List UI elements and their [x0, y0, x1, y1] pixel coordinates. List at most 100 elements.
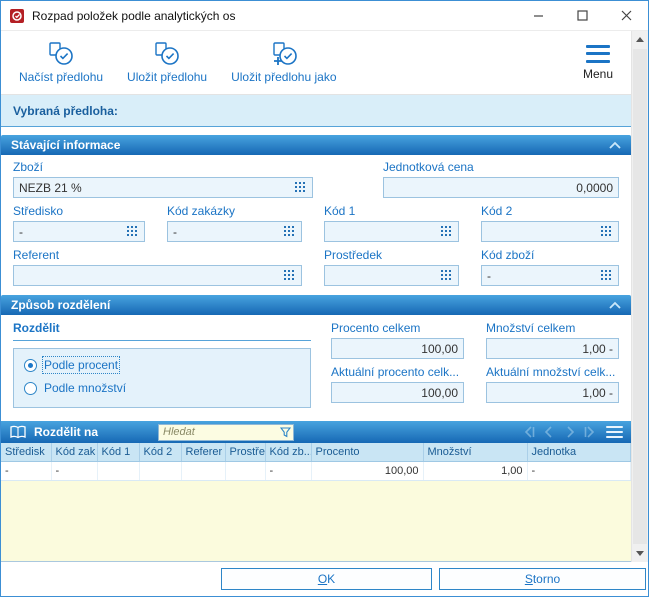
- kod1-input[interactable]: [324, 221, 459, 242]
- scroll-up-icon[interactable]: [632, 31, 648, 48]
- mnozstvi-celkem-input[interactable]: 1,00 -: [486, 338, 619, 359]
- column-header[interactable]: Referer: [181, 443, 226, 462]
- stredisko-picker-icon[interactable]: [126, 226, 139, 238]
- procento-celkem-label: Procento celkem: [331, 321, 421, 335]
- field-procento-celkem: Procento celkem 100,00: [331, 321, 464, 359]
- table-row[interactable]: - - - 100,00 1,00 -: [1, 461, 631, 481]
- toolbar: Načíst předlohu Uložit předlohu Uložit p…: [1, 31, 631, 95]
- close-button[interactable]: [604, 1, 648, 30]
- radio-podle-mnozstvi[interactable]: Podle množství: [24, 381, 300, 395]
- cell-kod1[interactable]: [97, 461, 140, 481]
- search-input[interactable]: [158, 423, 295, 441]
- cell-jednotka[interactable]: -: [527, 461, 631, 481]
- save-template-as-label: Uložit předlohu jako: [231, 70, 337, 84]
- vertical-scrollbar[interactable]: [631, 31, 648, 562]
- mnozstvi-celkem-label: Množství celkem: [486, 321, 576, 335]
- column-header[interactable]: Jednotka: [527, 443, 631, 462]
- load-template-button[interactable]: Načíst předlohu: [7, 37, 115, 88]
- selected-template-label: Vybraná předloha:: [13, 103, 118, 118]
- footer: OK Storno: [1, 562, 648, 596]
- collapse-chevron-icon[interactable]: [609, 301, 621, 309]
- zbozi-picker-icon[interactable]: [294, 182, 307, 194]
- kod2-input[interactable]: [481, 221, 619, 242]
- save-template-as-button[interactable]: Uložit předlohu jako: [219, 37, 348, 88]
- procento-celkem-input[interactable]: 100,00: [331, 338, 464, 359]
- field-prostredek: Prostředek: [324, 248, 459, 286]
- kod-zbozi-input[interactable]: -: [481, 265, 619, 286]
- window-title: Rozpad položek podle analytických os: [32, 8, 236, 23]
- referent-label: Referent: [13, 248, 60, 262]
- zbozi-input[interactable]: NEZB 21 %: [13, 177, 313, 198]
- section-distribution-title: Způsob rozdělení: [11, 298, 111, 312]
- stredisko-input[interactable]: -: [13, 221, 145, 242]
- kod-zakazky-input[interactable]: -: [167, 221, 302, 242]
- column-header[interactable]: Kód zak: [51, 443, 98, 462]
- aktualni-mnozstvi-input[interactable]: 1,00 -: [486, 382, 619, 403]
- kod1-picker-icon[interactable]: [440, 226, 453, 238]
- grid-menu-icon[interactable]: [606, 425, 623, 439]
- column-header[interactable]: Množství: [423, 443, 528, 462]
- aktualni-procento-input[interactable]: 100,00: [331, 382, 464, 403]
- aktualni-procento-label: Aktuální procento celk...: [331, 365, 460, 379]
- kod2-picker-icon[interactable]: [600, 226, 613, 238]
- cell-referent[interactable]: [181, 461, 226, 481]
- unit-price-label: Jednotková cena: [383, 160, 474, 174]
- unit-price-input[interactable]: 0,0000: [383, 177, 619, 198]
- aktualni-mnozstvi-label: Aktuální množství celk...: [486, 365, 616, 379]
- load-template-icon: [49, 42, 73, 65]
- kod1-label: Kód 1: [324, 204, 356, 218]
- unit-price-value: 0,0000: [576, 180, 613, 195]
- distribution-body: Rozdělit Podle procent Podle množství Pr…: [1, 315, 631, 417]
- kod-zbozi-picker-icon[interactable]: [600, 270, 613, 282]
- kod-zakazky-value: -: [173, 224, 177, 239]
- cell-kod-zakazky[interactable]: -: [51, 461, 98, 481]
- minimize-button[interactable]: [516, 1, 560, 30]
- split-grid-title: Rozdělit na: [34, 425, 99, 439]
- column-header[interactable]: Procento: [311, 443, 424, 462]
- app-icon[interactable]: [9, 8, 25, 24]
- cell-kod-zbozi[interactable]: -: [265, 461, 312, 481]
- ok-button[interactable]: OK: [221, 568, 432, 590]
- cell-mnozstvi[interactable]: 1,00: [423, 461, 528, 481]
- column-header[interactable]: Prostře: [225, 443, 266, 462]
- prostredek-input[interactable]: [324, 265, 459, 286]
- column-header[interactable]: Kód 1: [97, 443, 140, 462]
- scroll-down-icon[interactable]: [632, 545, 648, 562]
- nav-next-icon: [567, 426, 575, 438]
- radio-podle-procent[interactable]: Podle procent: [24, 356, 300, 374]
- content-column: Načíst předlohu Uložit předlohu Uložit p…: [1, 31, 631, 562]
- filter-icon[interactable]: [280, 426, 292, 438]
- grid-toolbar: [522, 425, 597, 439]
- cell-stredisko[interactable]: -: [1, 461, 52, 481]
- collapse-chevron-icon[interactable]: [609, 141, 621, 149]
- cell-prostredek[interactable]: [225, 461, 266, 481]
- cell-kod2[interactable]: [139, 461, 182, 481]
- rozdelit-label: Rozdělit: [13, 321, 311, 341]
- nav-first-icon: [524, 426, 535, 438]
- field-unit-price: Jednotková cena 0,0000: [383, 160, 619, 198]
- storno-button[interactable]: Storno: [439, 568, 646, 590]
- column-header[interactable]: Kód 2: [139, 443, 182, 462]
- cell-procento[interactable]: 100,00: [311, 461, 424, 481]
- kod-zakazky-label: Kód zakázky: [167, 204, 236, 218]
- load-template-label: Načíst předlohu: [19, 70, 104, 84]
- field-zbozi: Zboží NEZB 21 %: [13, 160, 313, 198]
- column-header[interactable]: Středisk: [1, 443, 52, 462]
- kod-zakazky-picker-icon[interactable]: [283, 226, 296, 238]
- maximize-button[interactable]: [560, 1, 604, 30]
- kod-zbozi-label: Kód zboží: [481, 248, 535, 262]
- field-kod-zbozi: Kód zboží -: [481, 248, 619, 286]
- field-aktualni-mnozstvi: Aktuální množství celk... 1,00 -: [486, 365, 619, 403]
- save-template-button[interactable]: Uložit předlohu: [115, 37, 219, 88]
- field-kod2: Kód 2: [481, 204, 619, 242]
- referent-picker-icon[interactable]: [283, 270, 296, 282]
- window-controls: [516, 1, 648, 30]
- zbozi-value: NEZB 21 %: [19, 180, 82, 195]
- aktualni-procento-value: 100,00: [421, 385, 458, 400]
- scrollbar-thumb[interactable]: [633, 49, 647, 544]
- prostredek-picker-icon[interactable]: [440, 270, 453, 282]
- referent-input[interactable]: [13, 265, 302, 286]
- zbozi-label: Zboží: [13, 160, 44, 174]
- column-header[interactable]: Kód zb...: [265, 443, 312, 462]
- menu-button[interactable]: Menu: [575, 41, 621, 85]
